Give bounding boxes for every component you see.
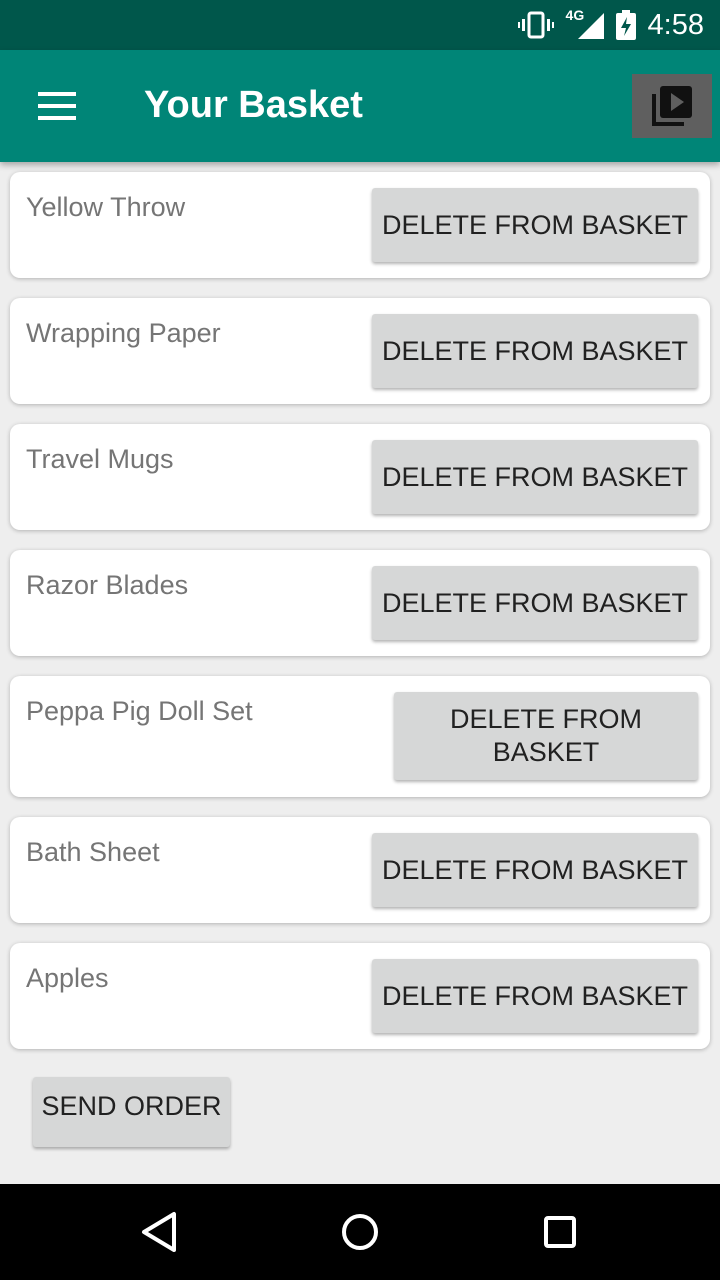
send-order-button[interactable]: SEND ORDER [33,1077,230,1147]
video-library-button[interactable] [632,74,712,138]
status-icons: 4G 4:58 [517,0,704,50]
system-nav-bar [0,1184,720,1280]
hamburger-menu-icon[interactable] [28,84,84,128]
basket-item: Travel Mugs DELETE FROM BASKET [10,424,710,530]
basket-item: Wrapping Paper DELETE FROM BASKET [10,298,710,404]
basket-item: Apples DELETE FROM BASKET [10,943,710,1049]
delete-from-basket-button[interactable]: DELETE FROM BASKET [372,440,698,514]
video-library-icon [652,86,692,126]
app-bar: Your Basket [0,50,720,162]
item-name: Wrapping Paper [26,318,221,348]
delete-from-basket-button[interactable]: DELETE FROM BASKET [372,314,698,388]
delete-from-basket-button[interactable]: DELETE FROM BASKET [394,692,698,780]
basket-item: Peppa Pig Doll Set DELETE FROM BASKET [10,676,710,797]
clock: 4:58 [647,8,704,41]
status-bar: 4G 4:58 [0,0,720,50]
basket-item: Razor Blades DELETE FROM BASKET [10,550,710,656]
vibrate-icon [517,11,554,39]
home-icon[interactable] [336,1208,384,1256]
basket-item: Yellow Throw DELETE FROM BASKET [10,172,710,278]
recents-icon[interactable] [536,1208,584,1256]
delete-from-basket-button[interactable]: DELETE FROM BASKET [372,188,698,262]
back-icon[interactable] [136,1208,184,1256]
item-name: Bath Sheet [26,837,160,867]
battery-charging-icon [615,10,636,40]
page-title: Your Basket [144,84,363,126]
delete-from-basket-button[interactable]: DELETE FROM BASKET [372,959,698,1033]
item-name: Peppa Pig Doll Set [26,696,253,726]
item-name: Apples [26,963,109,993]
signal-icon: 4G [566,7,604,41]
item-name: Yellow Throw [26,192,186,222]
basket-item: Bath Sheet DELETE FROM BASKET [10,817,710,923]
item-name: Razor Blades [26,570,189,600]
delete-from-basket-button[interactable]: DELETE FROM BASKET [372,833,698,907]
delete-from-basket-button[interactable]: DELETE FROM BASKET [372,566,698,640]
item-name: Travel Mugs [26,444,174,474]
